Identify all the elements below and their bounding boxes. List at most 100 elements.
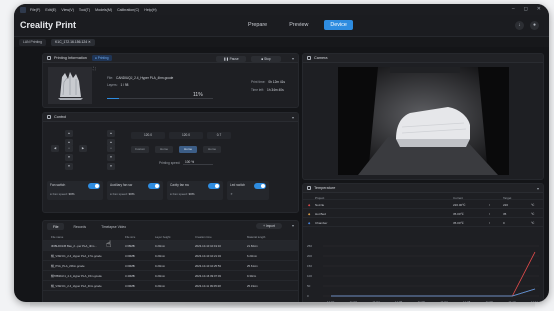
- header-target: Target: [503, 195, 512, 200]
- jog-z-minus-small-button[interactable]: ▼: [107, 163, 115, 170]
- camera-header: Camera: [303, 54, 543, 63]
- printer-icon: [47, 56, 51, 60]
- nozzle-target-input[interactable]: 220: [503, 203, 508, 207]
- time-info: Print time: 0h 12m 41s Time left: 1h 34m 4…: [251, 78, 285, 94]
- tab-device[interactable]: Device: [324, 20, 353, 30]
- app-title: Creality Print: [20, 20, 77, 30]
- cavity-fan-toggle[interactable]: [208, 183, 220, 189]
- control-icon: [47, 115, 51, 119]
- user-icon[interactable]: ●: [530, 21, 539, 30]
- series-line-0: [331, 251, 536, 297]
- jog-z-plus-button[interactable]: ▲: [107, 130, 115, 137]
- maximize-icon[interactable]: ◻: [524, 6, 528, 12]
- title-icons: ↓ ●: [515, 21, 539, 30]
- pause-button[interactable]: ❚❚ Pause: [216, 55, 246, 62]
- x-tick-label: 11:11: [531, 300, 538, 302]
- layer-height-cell: 0.20mm: [155, 283, 166, 288]
- collapse-icon[interactable]: ▾: [292, 56, 294, 61]
- camera-title: Camera: [314, 56, 328, 60]
- collapse-icon[interactable]: ▾: [292, 223, 294, 228]
- slash-separator: /: [489, 220, 490, 225]
- fan-speed-text: ● Fan speed: 30%: [50, 192, 75, 196]
- x-tick-label: 11:02: [327, 300, 335, 302]
- home-button-3[interactable]: Home: [203, 146, 221, 153]
- menu-view[interactable]: View(V): [61, 8, 74, 12]
- minimize-icon[interactable]: –: [512, 6, 515, 12]
- download-icon[interactable]: ↓: [515, 21, 524, 30]
- layer-height-cell: 0.20mm: [155, 243, 166, 248]
- led-switch-toggle[interactable]: [254, 183, 266, 189]
- led-card: Led switch ☀: [227, 181, 269, 200]
- jog-y-minus-button[interactable]: ▼: [65, 154, 73, 161]
- aux-fan-toggle[interactable]: [148, 183, 160, 189]
- custom-button[interactable]: Custom: [131, 146, 149, 153]
- layer-height-cell: 0.20mm: [155, 273, 166, 278]
- table-row[interactable]: 3DBLD0145 Bas_2...per PLA_4hm... 3.68MB …: [43, 241, 298, 251]
- material-length-cell: 6.23mm: [247, 253, 258, 258]
- header-file-size: File size: [125, 234, 136, 239]
- close-icon[interactable]: ✕: [537, 6, 541, 12]
- hot-bed-target-input[interactable]: 35: [503, 212, 506, 216]
- menu-help[interactable]: Help(H): [144, 8, 156, 12]
- printing-speed-label: Printing speed:: [159, 161, 181, 165]
- x-position-field[interactable]: 120.0: [131, 132, 165, 139]
- expand-icon[interactable]: ⛶: [93, 66, 96, 71]
- tab-file[interactable]: File: [47, 223, 65, 230]
- printing-info-title: Printing Information: [54, 56, 87, 60]
- device-tab-row: LAN Printing K1C_172.16.156.124 ✕: [14, 37, 549, 47]
- stop-button[interactable]: ■ Stop: [251, 55, 281, 62]
- menu-file[interactable]: File(F): [30, 8, 40, 12]
- jog-z-minus-button[interactable]: ▼: [107, 154, 115, 161]
- material-length-cell: 25.61cm: [247, 263, 258, 268]
- menu-calibration[interactable]: Calibration(C): [117, 8, 139, 12]
- jog-x-minus-button[interactable]: ◀: [51, 145, 59, 152]
- jog-home-z-button[interactable]: ⌂: [107, 145, 115, 152]
- menu-tool[interactable]: Tool(T): [79, 8, 90, 12]
- creation-time-cell: 2023-10-11 09:05:28: [195, 283, 221, 288]
- home-button-2[interactable]: Home: [179, 146, 197, 153]
- table-row[interactable]: 棋78839-K1_2.4_Hyper PLA_15m.gcode 3.40MB…: [43, 271, 298, 281]
- tab-prepare[interactable]: Prepare: [242, 20, 273, 30]
- layer-height-cell: 0.20mm: [155, 253, 166, 258]
- z-position-field[interactable]: 0.7: [207, 132, 231, 139]
- app-window: File(F) Edit(E) View(V) Tool(T) Models(M…: [14, 4, 549, 302]
- file-size-cell: 3.09MB: [125, 283, 135, 288]
- chamber-target-input[interactable]: 0: [503, 221, 505, 225]
- led-icon: ☀: [230, 192, 233, 196]
- import-button[interactable]: + Import: [256, 223, 282, 229]
- collapse-icon[interactable]: ▾: [292, 115, 294, 120]
- menu-models[interactable]: Models(M): [95, 8, 112, 12]
- temp-row-chamber: ◆ Chamber 35.00℃ / 0 ℃: [303, 218, 543, 227]
- y-position-field[interactable]: 120.0: [169, 132, 203, 139]
- device-chip[interactable]: K1C_172.16.156.124 ✕: [51, 38, 95, 46]
- table-header: File name File size Layer height Creatio…: [43, 233, 298, 241]
- x-tick-label: 11:03: [350, 300, 358, 302]
- header-file-name: File name: [51, 234, 64, 239]
- hot-bed-icon: ◆: [308, 211, 311, 216]
- x-tick-label: 11:09: [486, 300, 494, 302]
- collapse-icon[interactable]: ▾: [537, 186, 539, 191]
- jog-y-minus-small-button[interactable]: ▼: [65, 163, 73, 170]
- table-row[interactable]: 棋_V3W-K1_2.4_Hyper PLA_4hm.gcode 3.09MB …: [43, 281, 298, 291]
- table-row[interactable]: 棋_V3W-K1_2.4_Hyper PLA_17m.gcode 3.09MB …: [43, 251, 298, 261]
- print-time-label: Print time:: [251, 80, 266, 84]
- lan-printing-tab[interactable]: LAN Printing: [19, 38, 47, 46]
- jog-home-xy-button[interactable]: ⌂: [65, 145, 73, 152]
- tab-preview[interactable]: Preview: [283, 20, 314, 30]
- table-row[interactable]: 棋_PVA_PLA_20hm.gcode 3.09MB 0.20mm 2023-…: [43, 261, 298, 271]
- home-button-1[interactable]: Home: [155, 146, 173, 153]
- menu-edit[interactable]: Edit(E): [45, 8, 56, 12]
- jog-y-plus-button[interactable]: ▲: [65, 130, 73, 137]
- control-title: Control: [54, 115, 67, 119]
- jog-x-plus-button[interactable]: ▶: [79, 145, 87, 152]
- temperature-chart-svg: 250 200 150 100 50 0 11:02 11:03 11:04 11:05 11:06…: [307, 244, 539, 302]
- auxiliary-fan-card: Auxiliary fan sw ● Fan speed: 30%: [107, 181, 163, 200]
- thermometer-icon: [307, 186, 311, 190]
- time-left-label: Time left:: [251, 88, 264, 92]
- tab-timelapse-video[interactable]: Timelapse Video: [95, 223, 132, 230]
- control-header: Control ▾: [43, 113, 298, 122]
- printing-speed-input[interactable]: 100 %: [183, 159, 213, 165]
- fan-switch-toggle[interactable]: [88, 183, 100, 189]
- hand-cursor-icon: ☝: [106, 239, 112, 249]
- tab-records[interactable]: Records: [67, 223, 92, 230]
